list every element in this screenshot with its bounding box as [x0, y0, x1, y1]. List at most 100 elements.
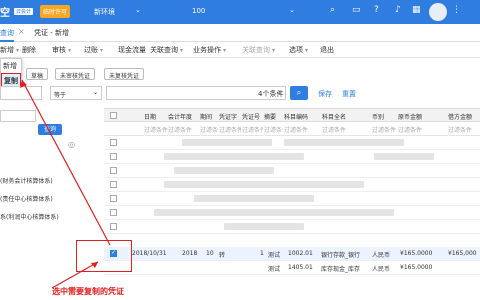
- filter-code[interactable]: 过滤条件: [284, 125, 308, 134]
- save-link[interactable]: 保存: [318, 89, 332, 99]
- table-row[interactable]: 测试 1405.01 库存现金_库存 人民币 ¥165.0000: [104, 261, 480, 275]
- blurred-content: [164, 181, 364, 188]
- row-checkbox[interactable]: [110, 223, 117, 230]
- filter-summary[interactable]: 过滤条件: [264, 125, 283, 134]
- toolbar-delete-button[interactable]: 删除: [22, 45, 36, 55]
- col-year[interactable]: 会计年度: [168, 112, 192, 121]
- col-no[interactable]: 凭证号: [242, 112, 260, 121]
- toolbar-options-button[interactable]: 选项 ▾: [289, 45, 308, 55]
- col-debit[interactable]: 借方金额: [448, 112, 472, 121]
- filter-no[interactable]: 过滤条件: [242, 125, 263, 134]
- tree-item-finance[interactable]: (财务会计核算体系): [0, 176, 53, 185]
- table-row[interactable]: [104, 206, 480, 220]
- org-name[interactable]: 新环境: [94, 7, 115, 17]
- table-row[interactable]: [104, 150, 480, 164]
- chevron-down-icon[interactable]: ⌄: [135, 6, 141, 14]
- toolbar-audit-label: 审核: [52, 46, 66, 54]
- row-checkbox[interactable]: [110, 195, 117, 202]
- chat-icon[interactable]: ▭: [352, 5, 361, 15]
- toolbar-business-button[interactable]: 业务操作 ▾: [193, 45, 226, 55]
- col-date[interactable]: 日期: [144, 112, 156, 121]
- cell-code: 1002.01: [288, 250, 313, 257]
- toolbar-related-query-label: 关联查询: [150, 46, 178, 54]
- row-checkbox[interactable]: [110, 167, 117, 174]
- toolbar-options-label: 选项: [289, 46, 303, 54]
- draft-button[interactable]: 草稿: [26, 68, 49, 80]
- toolbar-related-query-button[interactable]: 关联查询 ▾: [150, 45, 183, 55]
- col-word[interactable]: 凭证字: [219, 112, 237, 121]
- filter-word[interactable]: 过滤条件: [219, 125, 241, 134]
- table-row[interactable]: [104, 192, 480, 206]
- chevron-down-icon[interactable]: ⌄: [289, 6, 295, 14]
- filter-date[interactable]: 过滤条件: [144, 125, 168, 134]
- filter-currency[interactable]: 过滤条件: [372, 125, 396, 134]
- settings-icon[interactable]: ◎: [68, 140, 75, 149]
- menu-icon[interactable]: ⋮: [452, 5, 461, 15]
- table-row[interactable]: [104, 220, 480, 234]
- blurred-content: [224, 223, 304, 230]
- cell-name: 库存现金_库存: [321, 266, 361, 273]
- col-code[interactable]: 科目编码: [284, 112, 308, 121]
- unreviewed-button[interactable]: 未复核凭证: [104, 68, 145, 80]
- filter-amount[interactable]: 过滤条件: [398, 125, 422, 134]
- reset-link[interactable]: 重置: [342, 89, 356, 99]
- table-row[interactable]: [104, 178, 480, 192]
- toolbar-audit-button[interactable]: 审核 ▾: [52, 45, 71, 55]
- grid-icon[interactable]: ▦: [412, 5, 421, 15]
- tab-voucher-new[interactable]: 凭证 - 新增: [34, 28, 69, 38]
- col-period[interactable]: 期间: [200, 112, 212, 121]
- filter-name[interactable]: 过滤条件: [322, 125, 346, 134]
- toolbar-add-label: 新增: [0, 46, 14, 54]
- bell-icon[interactable]: ♪: [395, 5, 401, 15]
- toolbar: 新增 ▾ 删除 审核 ▾ 过账 ▾ 现金流量 关联查询 ▾ 业务操作 ▾ 关联查询 ▾ 选项…: [0, 42, 480, 58]
- chevron-down-icon: ▾: [100, 47, 104, 54]
- top-bar: 空 云会计 临时许可 新环境 ⌄ 100 ⌄ ⌕ ▭ ? ♪ ▦ ⋮: [0, 0, 480, 24]
- table-row[interactable]: [104, 164, 480, 178]
- menu-item-new[interactable]: 新增: [1, 59, 21, 73]
- filter-period[interactable]: 过滤条件: [200, 125, 218, 134]
- tree-item-profit[interactable]: 系(利润中心核算体系): [0, 212, 59, 221]
- toolbar-delete-label: 删除: [22, 46, 36, 54]
- row-checkbox[interactable]: [110, 181, 117, 188]
- row-checkbox[interactable]: [110, 139, 117, 146]
- license-badge[interactable]: 临时许可: [40, 5, 71, 18]
- table-row-selected[interactable]: 2018/10/31 2018 10 转 1 测试 1002.01 银行存款_银…: [104, 247, 480, 261]
- tree-item-responsibility[interactable]: (责任中心核算体系): [0, 194, 53, 203]
- annotation-text: 选中需要复制的凭证: [52, 287, 124, 296]
- col-summary[interactable]: 摘要: [264, 112, 276, 121]
- unaudited-button[interactable]: 未审核凭证: [55, 68, 96, 80]
- search-icon[interactable]: ⌕: [330, 5, 335, 15]
- tab-query[interactable]: 查询: [0, 28, 14, 42]
- table-row[interactable]: [104, 136, 480, 150]
- toolbar-cashflow-button[interactable]: 现金流量: [118, 45, 146, 55]
- toolbar-business-label: 业务操作: [193, 46, 221, 54]
- search-button[interactable]: ⌕: [290, 86, 308, 100]
- cell-summary: 测试: [268, 252, 281, 259]
- toolbar-related-query2-button[interactable]: 关联查询 ▾: [242, 45, 275, 55]
- col-currency[interactable]: 币别: [372, 112, 384, 121]
- tree-search-button[interactable]: 查询: [38, 124, 62, 135]
- grid-filter-row: 过滤条件 过滤条件 过滤条件 过滤条件 过滤条件 过滤条件 过滤条件 过滤条件 …: [104, 122, 480, 136]
- toolbar-exit-button[interactable]: 退出: [320, 45, 334, 55]
- cell-summary: 测试: [268, 266, 281, 273]
- field-select[interactable]: [0, 86, 42, 100]
- avatar[interactable]: [429, 3, 447, 21]
- row-checkbox[interactable]: [110, 209, 117, 216]
- chevron-down-icon: ▾: [305, 47, 309, 54]
- col-amount[interactable]: 原币金额: [398, 112, 422, 121]
- toolbar-post-button[interactable]: 过账 ▾: [84, 45, 103, 55]
- blurred-content: [194, 195, 314, 202]
- filter-year[interactable]: 过滤条件: [168, 125, 192, 134]
- org-number[interactable]: 100: [192, 7, 205, 15]
- blurred-content: [284, 139, 404, 146]
- help-icon[interactable]: ?: [374, 5, 379, 15]
- tree-search-input[interactable]: [0, 110, 36, 122]
- col-name[interactable]: 科目全名: [322, 112, 346, 121]
- toolbar-add-button[interactable]: 新增 ▾: [0, 45, 19, 55]
- close-icon[interactable]: ×: [18, 27, 25, 36]
- tab-bar: 查询 × 凭证 - 新增: [0, 24, 480, 42]
- row-checkbox[interactable]: [110, 153, 117, 160]
- filter-debit[interactable]: 过滤条件: [448, 125, 472, 134]
- operator-select[interactable]: 等于 ⌄: [50, 86, 102, 100]
- select-all-checkbox[interactable]: [110, 112, 117, 119]
